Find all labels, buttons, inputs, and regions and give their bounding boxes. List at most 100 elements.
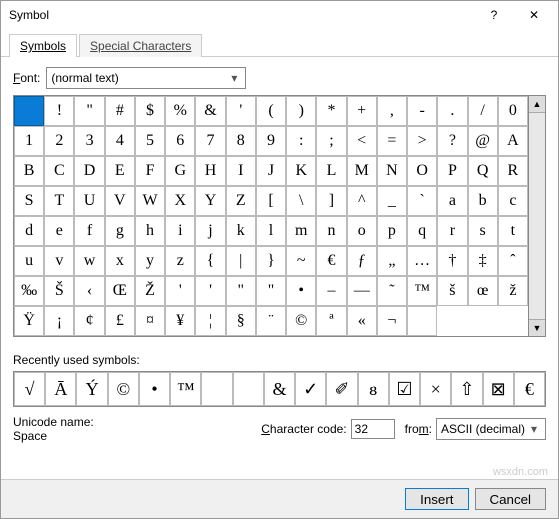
symbol-cell[interactable]: 3 xyxy=(74,126,104,156)
recent-cell[interactable]: Ā xyxy=(45,372,76,406)
symbol-cell[interactable]: c xyxy=(498,186,528,216)
symbol-cell[interactable]: L xyxy=(316,156,346,186)
symbol-cell[interactable]: > xyxy=(407,126,437,156)
symbol-cell[interactable]: C xyxy=(44,156,74,186)
symbol-cell[interactable]: V xyxy=(105,186,135,216)
symbol-cell[interactable]: • xyxy=(286,276,316,306)
symbol-cell[interactable]: e xyxy=(44,216,74,246)
symbol-cell[interactable]: ¢ xyxy=(74,306,104,336)
symbol-cell[interactable]: « xyxy=(347,306,377,336)
symbol-cell[interactable]: ! xyxy=(44,96,74,126)
symbol-cell[interactable]: Ÿ xyxy=(14,306,44,336)
symbol-cell[interactable]: † xyxy=(437,246,467,276)
symbol-cell[interactable]: w xyxy=(74,246,104,276)
symbol-cell[interactable]: ' xyxy=(226,96,256,126)
symbol-cell[interactable]: G xyxy=(165,156,195,186)
symbol-cell[interactable]: ( xyxy=(256,96,286,126)
symbol-cell[interactable]: 9 xyxy=(256,126,286,156)
symbol-cell[interactable]: ¦ xyxy=(195,306,225,336)
recent-cell[interactable]: ⇧ xyxy=(451,372,482,406)
char-code-input[interactable] xyxy=(351,419,395,439)
cancel-button[interactable]: Cancel xyxy=(475,488,547,510)
symbol-cell[interactable]: 2 xyxy=(44,126,74,156)
symbol-cell[interactable]: R xyxy=(498,156,528,186)
symbol-cell[interactable]: ƒ xyxy=(347,246,377,276)
symbol-cell[interactable]: ' xyxy=(165,276,195,306)
symbol-cell[interactable]: Ž xyxy=(135,276,165,306)
symbol-cell[interactable]: h xyxy=(135,216,165,246)
symbol-cell[interactable]: ¨ xyxy=(256,306,286,336)
symbol-cell[interactable]: Q xyxy=(468,156,498,186)
symbol-cell[interactable]: / xyxy=(468,96,498,126)
symbol-cell[interactable]: P xyxy=(437,156,467,186)
symbol-cell[interactable]: § xyxy=(226,306,256,336)
symbol-cell[interactable]: ¤ xyxy=(135,306,165,336)
symbol-cell[interactable]: £ xyxy=(105,306,135,336)
recent-cell[interactable]: © xyxy=(108,372,139,406)
from-select[interactable]: ASCII (decimal) ▾ xyxy=(436,418,546,440)
symbol-cell[interactable]: ‹ xyxy=(74,276,104,306)
symbol-cell[interactable]: ; xyxy=(316,126,346,156)
symbol-cell[interactable]: . xyxy=(437,96,467,126)
symbol-cell[interactable]: " xyxy=(226,276,256,306)
recent-cell[interactable]: € xyxy=(514,372,545,406)
symbol-cell[interactable]: … xyxy=(407,246,437,276)
symbol-cell[interactable]: N xyxy=(377,156,407,186)
scroll-track[interactable] xyxy=(529,113,545,319)
symbol-cell[interactable]: % xyxy=(165,96,195,126)
close-button[interactable]: ✕ xyxy=(514,1,554,29)
recent-cell[interactable]: ⊠ xyxy=(483,372,514,406)
symbol-cell[interactable]: ˜ xyxy=(377,276,407,306)
recent-cell[interactable]: & xyxy=(264,372,295,406)
symbol-cell[interactable]: [ xyxy=(256,186,286,216)
symbol-cell[interactable]: D xyxy=(74,156,104,186)
symbol-cell[interactable]: 5 xyxy=(135,126,165,156)
symbol-cell[interactable]: B xyxy=(14,156,44,186)
recent-cell[interactable]: ✓ xyxy=(295,372,326,406)
symbol-cell[interactable]: , xyxy=(377,96,407,126)
symbol-cell[interactable]: œ xyxy=(468,276,498,306)
grid-scrollbar[interactable]: ▲ ▼ xyxy=(529,95,546,337)
symbol-cell[interactable]: 1 xyxy=(14,126,44,156)
symbol-cell[interactable]: ‡ xyxy=(468,246,498,276)
symbol-cell[interactable]: a xyxy=(437,186,467,216)
symbol-cell[interactable]: = xyxy=(377,126,407,156)
symbol-cell[interactable]: 0 xyxy=(498,96,528,126)
symbol-cell[interactable]: ) xyxy=(286,96,316,126)
symbol-cell[interactable]: & xyxy=(195,96,225,126)
symbol-cell[interactable]: r xyxy=(437,216,467,246)
symbol-cell[interactable]: g xyxy=(105,216,135,246)
scroll-down-icon[interactable]: ▼ xyxy=(529,319,545,336)
symbol-cell[interactable]: U xyxy=(74,186,104,216)
recent-cell[interactable]: × xyxy=(420,372,451,406)
symbol-cell[interactable]: X xyxy=(165,186,195,216)
symbol-cell[interactable]: v xyxy=(44,246,74,276)
symbol-cell[interactable]: s xyxy=(468,216,498,246)
symbol-cell[interactable]: j xyxy=(195,216,225,246)
symbol-cell[interactable]: ¥ xyxy=(165,306,195,336)
symbol-cell[interactable]: Š xyxy=(44,276,74,306)
recent-cell[interactable]: • xyxy=(139,372,170,406)
symbol-cell[interactable]: 6 xyxy=(165,126,195,156)
symbol-cell[interactable]: * xyxy=(316,96,346,126)
tab-symbols[interactable]: Symbols xyxy=(9,34,77,57)
symbol-cell[interactable]: d xyxy=(14,216,44,246)
symbol-cell[interactable]: " xyxy=(74,96,104,126)
symbol-cell[interactable]: ¡ xyxy=(44,306,74,336)
symbol-cell[interactable]: ' xyxy=(195,276,225,306)
symbol-cell[interactable]: t xyxy=(498,216,528,246)
symbol-cell[interactable]: x xyxy=(105,246,135,276)
symbol-cell[interactable]: l xyxy=(256,216,286,246)
recent-cell[interactable] xyxy=(233,372,264,406)
symbol-cell[interactable]: ] xyxy=(316,186,346,216)
symbol-cell[interactable]: H xyxy=(195,156,225,186)
symbol-cell[interactable]: E xyxy=(105,156,135,186)
symbol-cell[interactable]: _ xyxy=(377,186,407,216)
symbol-cell[interactable]: " xyxy=(256,276,286,306)
insert-button[interactable]: Insert xyxy=(405,488,468,510)
symbol-cell[interactable]: 4 xyxy=(105,126,135,156)
recent-cell[interactable]: ✐ xyxy=(326,372,357,406)
symbol-cell[interactable]: A xyxy=(498,126,528,156)
symbol-cell[interactable]: K xyxy=(286,156,316,186)
symbol-cell[interactable]: \ xyxy=(286,186,316,216)
